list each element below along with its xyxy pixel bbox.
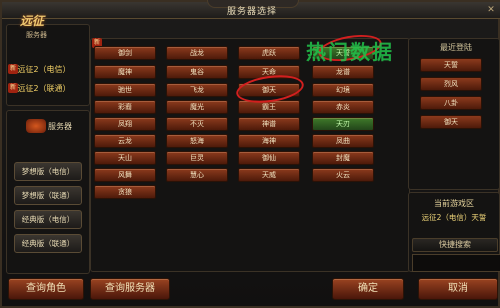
recent-server-button[interactable]: 烈风 (420, 77, 482, 91)
game-logo: 远征 (20, 14, 45, 28)
server-button[interactable]: 鬼谷 (166, 65, 228, 79)
server-item-yuanzheng2-unicom[interactable]: 远征2（联通） (8, 82, 80, 96)
server-button[interactable]: 神谱 (238, 117, 300, 131)
server-section-label: 服务器 (48, 122, 72, 131)
server-button[interactable]: 魔光 (166, 100, 228, 114)
recent-server-button[interactable]: 御天 (420, 115, 482, 129)
server-item-yuanzheng2-telecom[interactable]: 远征2（电信） (8, 63, 80, 77)
server-button[interactable]: 飞龙 (166, 83, 228, 97)
server-button[interactable]: 怒海 (166, 134, 228, 148)
category-classic-unicom[interactable]: 经典版（联通） (14, 234, 82, 253)
title-bar: 服务器选择 ✕ (2, 0, 500, 19)
server-logo-icon (26, 119, 46, 133)
server-button[interactable]: 天威 (238, 168, 300, 182)
watermark: 热门数据 (306, 40, 394, 64)
server-button[interactable]: 龙谱 (312, 65, 374, 79)
server-button[interactable]: 不灭 (166, 117, 228, 131)
category-dream-unicom[interactable]: 梦想版（联通） (14, 186, 82, 205)
server-button[interactable]: 幻境 (312, 83, 374, 97)
window-title: 服务器选择 (226, 7, 277, 17)
server-button[interactable]: 彩裔 (94, 100, 156, 114)
recent-server-button[interactable]: 天誓 (420, 58, 482, 72)
server-button[interactable]: 战龙 (166, 46, 228, 60)
category-dream-telecom[interactable]: 梦想版（电信） (14, 162, 82, 181)
query-role-button[interactable]: 查询角色 (8, 278, 84, 300)
logo-subtitle: 服务器 (26, 31, 47, 39)
server-button[interactable]: 海神 (238, 134, 300, 148)
server-button[interactable]: 风舞 (94, 168, 156, 182)
recent-login-title: 最近登陆 (440, 43, 472, 52)
server-button[interactable]: 封魔 (312, 151, 374, 165)
server-button[interactable]: 云龙 (94, 134, 156, 148)
server-button[interactable]: 魔神 (94, 65, 156, 79)
server-select-window: 服务器选择 ✕ 远征 服务器 新 远征2（电信） 新 远征2（联通） 服务器 梦… (0, 0, 500, 308)
quick-search-title: 快捷搜索 (412, 238, 498, 252)
close-icon[interactable]: ✕ (486, 5, 496, 15)
server-button[interactable]: 天山 (94, 151, 156, 165)
server-button[interactable]: 驰世 (94, 83, 156, 97)
current-zone-title: 当前游戏区 (434, 199, 474, 208)
current-zone-value: 远征2（电信）天誓 (421, 213, 487, 222)
cancel-button[interactable]: 取消 (418, 278, 498, 300)
recent-server-button[interactable]: 八卦 (420, 96, 482, 110)
server-button[interactable]: 御仙 (238, 151, 300, 165)
server-button[interactable]: 御剑 (94, 46, 156, 60)
server-button[interactable]: 凤翔 (94, 117, 156, 131)
quick-search-input[interactable] (412, 254, 500, 272)
server-button[interactable]: 天刃 (312, 117, 374, 131)
query-server-button[interactable]: 查询服务器 (90, 278, 170, 300)
server-button[interactable]: 凤曲 (312, 134, 374, 148)
server-button[interactable]: 赤炎 (312, 100, 374, 114)
server-button[interactable]: 巨灵 (166, 151, 228, 165)
confirm-button[interactable]: 确定 (332, 278, 404, 300)
server-button[interactable]: 慧心 (166, 168, 228, 182)
server-button[interactable]: 贪狼 (94, 185, 156, 199)
server-button[interactable]: 火云 (312, 168, 374, 182)
server-button[interactable]: 虎跃 (238, 46, 300, 60)
category-classic-telecom[interactable]: 经典版（电信） (14, 210, 82, 229)
